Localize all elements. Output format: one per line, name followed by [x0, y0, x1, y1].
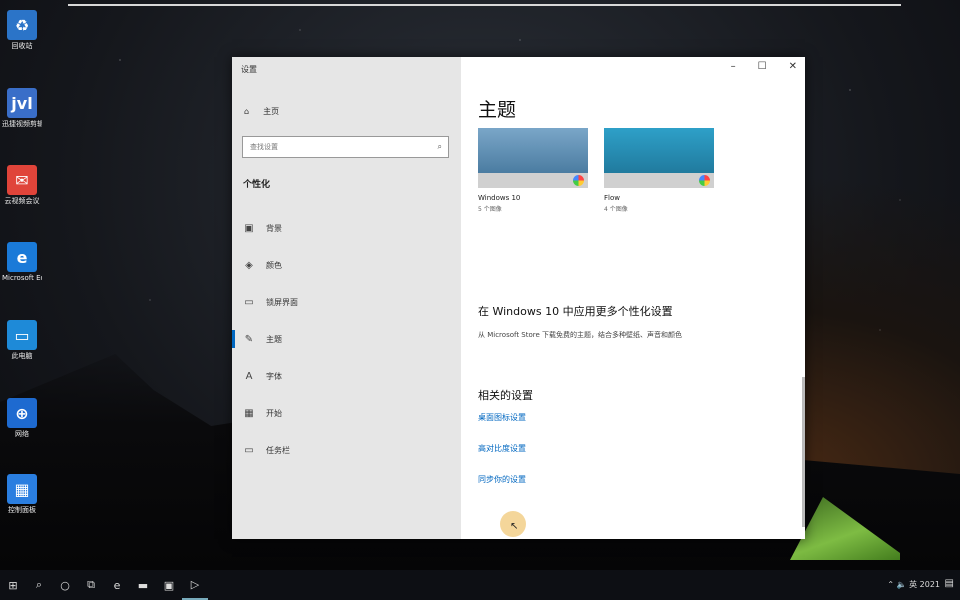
font-icon: A — [245, 370, 253, 382]
desktop-icon[interactable]: ✉ 云视频会议 — [2, 165, 42, 206]
palette-icon — [573, 175, 584, 186]
palette-icon: ◈ — [245, 259, 253, 271]
sidebar-item[interactable]: ◈ 颜色 — [232, 253, 461, 277]
desktop-icon-image: ▭ — [7, 320, 37, 350]
settings-sidebar: 设置 ⌂ 主页 查找设置 ⌕ 个性化 ▣ 背景 ◈ 颜色 ▭ 锁屏界面 ✎ 主题 A 字体 ▦ 开始 ▭… — [232, 57, 461, 539]
theme-name: Flow — [604, 194, 620, 202]
theme-card[interactable]: Windows 10 5 个图像 — [478, 128, 588, 213]
page-title: 主题 — [478, 99, 517, 121]
theme-image-count: 4 个图像 — [604, 206, 628, 213]
sidebar-item[interactable]: A 字体 — [232, 364, 461, 388]
related-link[interactable]: 桌面图标设置 — [478, 412, 526, 423]
settings-search-input[interactable]: 查找设置 ⌕ — [242, 136, 449, 158]
related-settings-heading: 相关的设置 — [478, 389, 533, 402]
desktop-icon[interactable]: ♻ 回收站 — [2, 10, 42, 51]
search-icon: ⌕ — [437, 142, 442, 151]
desktop-icon[interactable]: e Microsoft Edge — [2, 242, 42, 283]
theme-preview — [604, 128, 714, 188]
desktop-icon[interactable]: jvl 迅捷视频剪辑 — [2, 88, 42, 129]
sidebar-item[interactable]: ▭ 锁屏界面 — [232, 290, 461, 314]
sidebar-item[interactable]: ✎ 主题 — [232, 327, 461, 351]
image-icon: ▣ — [244, 222, 254, 234]
minimize-button[interactable]: – — [731, 61, 736, 72]
desktop-icon-image: ▦ — [7, 474, 37, 504]
theme-image-count: 5 个图像 — [478, 206, 502, 213]
top-edge-bar — [68, 4, 901, 6]
settings-main: – ☐ ✕ 主题 Windows 10 5 个图像 Flow 4 个图像 在 Wind… — [461, 57, 805, 539]
notification-icon[interactable]: ▤ — [945, 578, 954, 589]
desktop-icon-label: 网络 — [15, 430, 29, 438]
close-button[interactable]: ✕ — [789, 61, 797, 72]
theme-card[interactable]: Flow 4 个图像 — [604, 128, 714, 213]
settings-app-icon[interactable]: ▷ — [182, 570, 208, 600]
desktop-icon-label: 迅捷视频剪辑 — [2, 120, 42, 128]
search-icon[interactable]: ⌕ — [26, 570, 52, 600]
sidebar-item-label: 锁屏界面 — [266, 297, 298, 307]
sidebar-item-label: 颜色 — [266, 260, 282, 270]
desktop-icon-image: ⊕ — [7, 398, 37, 428]
desktop-icon-image: e — [7, 242, 37, 272]
sidebar-item-label: 字体 — [266, 371, 282, 381]
search-placeholder: 查找设置 — [250, 143, 278, 151]
desktop-icon-label: Microsoft Edge — [2, 274, 42, 282]
edge-icon[interactable]: e — [104, 570, 130, 600]
start-icon: ▦ — [244, 407, 254, 419]
theme-preview-bar — [478, 173, 588, 188]
scrollbar[interactable] — [802, 377, 805, 527]
store-icon[interactable]: ▣ — [156, 570, 182, 600]
sidebar-section-title: 个性化 — [243, 180, 271, 190]
lock-screen-icon: ▭ — [244, 296, 254, 308]
taskbar: ⊞ ⌕ ○ ⧉ e ▬ ▣ ▷ ⌃ 🔈 英 2021 ▤ — [0, 570, 960, 600]
sidebar-item[interactable]: ▣ 背景 — [232, 216, 461, 240]
system-tray[interactable]: ⌃ 🔈 英 2021 — [887, 579, 940, 590]
window-controls: – ☐ ✕ — [731, 61, 797, 72]
desktop-icon-label: 云视频会议 — [4, 197, 40, 205]
cursor-arrow-icon: ↖ — [510, 521, 519, 532]
window-title: 设置 — [241, 65, 257, 74]
sidebar-item-label: 背景 — [266, 223, 282, 233]
store-heading: 在 Windows 10 中应用更多个性化设置 — [478, 305, 673, 318]
sidebar-item[interactable]: ▦ 开始 — [232, 401, 461, 425]
home-label: 主页 — [263, 107, 280, 116]
sidebar-home[interactable]: ⌂ 主页 — [244, 106, 279, 117]
file-explorer-icon[interactable]: ▬ — [130, 570, 156, 600]
desktop-icon[interactable]: ▭ 此电脑 — [2, 320, 42, 361]
desktop-icon-label: 控制面板 — [8, 506, 36, 514]
theme-preview — [478, 128, 588, 188]
desktop-icon-image: ✉ — [7, 165, 37, 195]
sidebar-item-label: 任务栏 — [266, 445, 290, 455]
desktop-icon[interactable]: ▦ 控制面板 — [2, 474, 42, 515]
desktop-icon-image: ♻ — [7, 10, 37, 40]
palette-icon — [699, 175, 710, 186]
taskbar-items: ⊞ ⌕ ○ ⧉ e ▬ ▣ ▷ — [0, 570, 208, 600]
cortana-icon[interactable]: ○ — [52, 570, 78, 600]
desktop-icon[interactable]: ⊕ 网络 — [2, 398, 42, 439]
settings-window: 设置 ⌂ 主页 查找设置 ⌕ 个性化 ▣ 背景 ◈ 颜色 ▭ 锁屏界面 ✎ 主题 A 字体 ▦ 开始 ▭… — [232, 57, 805, 539]
theme-name: Windows 10 — [478, 194, 521, 202]
store-description: 从 Microsoft Store 下载免费的主题，结合多种壁纸、声音和颜色 — [478, 331, 683, 339]
brush-icon: ✎ — [244, 333, 254, 345]
sidebar-item-label: 主题 — [266, 334, 282, 344]
desktop-icon-image: jvl — [7, 88, 37, 118]
mouse-cursor-highlight: ↖ — [500, 511, 526, 537]
home-icon: ⌂ — [244, 107, 250, 116]
theme-preview-bar — [604, 173, 714, 188]
sidebar-item[interactable]: ▭ 任务栏 — [232, 438, 461, 462]
related-link[interactable]: 同步你的设置 — [478, 474, 526, 485]
desktop-icon-label: 此电脑 — [11, 352, 33, 360]
sidebar-item-label: 开始 — [266, 408, 282, 418]
taskbar-icon: ▭ — [244, 444, 254, 456]
task-view-icon[interactable]: ⧉ — [78, 570, 104, 600]
windows-start-icon[interactable]: ⊞ — [0, 570, 26, 600]
desktop-icon-label: 回收站 — [11, 42, 33, 50]
related-link[interactable]: 高对比度设置 — [478, 443, 526, 454]
maximize-button[interactable]: ☐ — [758, 61, 767, 72]
